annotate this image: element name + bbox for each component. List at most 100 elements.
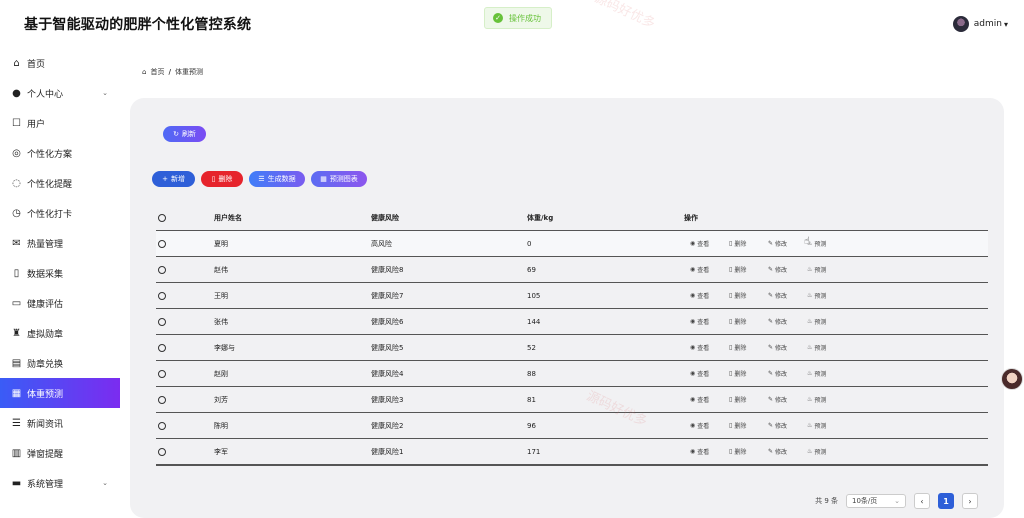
edit-action[interactable]: ✎ 修改 — [768, 265, 807, 274]
view-action[interactable]: ◉ 查看 — [690, 395, 729, 404]
row-select-radio[interactable] — [156, 395, 214, 404]
predict-action[interactable]: ♨ 预测 — [807, 421, 846, 430]
page-1-button[interactable]: 1 — [938, 493, 954, 509]
row-select-radio[interactable] — [156, 369, 214, 378]
user-icon: ☐ — [12, 117, 21, 129]
eye-icon: ◉ — [690, 344, 696, 351]
edit-icon: ✎ — [768, 344, 774, 351]
edit-label: 修改 — [775, 241, 788, 248]
view-action[interactable]: ◉ 查看 — [690, 447, 729, 456]
delete-action[interactable]: ▯ 删除 — [729, 421, 768, 430]
row-select-radio[interactable] — [156, 239, 214, 248]
edit-action[interactable]: ✎ 修改 — [768, 239, 807, 248]
row-select-radio[interactable] — [156, 265, 214, 274]
delete-action[interactable]: ▯ 删除 — [729, 369, 768, 378]
sidebar-item-10[interactable]: ▤ 勋章兑换 — [0, 348, 120, 378]
breadcrumb-current: 体重预测 — [175, 68, 204, 76]
delete-action[interactable]: ▯ 删除 — [729, 447, 768, 456]
edit-icon: ✎ — [768, 422, 774, 429]
sidebar-item-7[interactable]: ▯ 数据采集 — [0, 258, 120, 288]
forecast-chart-button[interactable]: ▦ 预测图表 — [311, 171, 367, 187]
pagination: 共 9 条 10条/页 ⌄ ‹ 1 › — [815, 493, 978, 509]
user-name: admin — [973, 19, 1002, 29]
sidebar-item-4[interactable]: ◌ 个性化提醒 — [0, 168, 120, 198]
caret-down-icon: ▾ — [1003, 19, 1008, 29]
sidebar-item-8[interactable]: ▭ 健康评估 — [0, 288, 120, 318]
delete-label: 删除 — [734, 371, 747, 378]
sidebar-item-12[interactable]: ☰ 新闻资讯 — [0, 408, 120, 438]
view-action[interactable]: ◉ 查看 — [690, 265, 729, 274]
edit-action[interactable]: ✎ 修改 — [768, 395, 807, 404]
sidebar-item-1[interactable]: ● 个人中心 ⌄ — [0, 78, 120, 108]
prev-page-button[interactable]: ‹ — [914, 493, 930, 509]
edit-action[interactable]: ✎ 修改 — [768, 291, 807, 300]
sidebar-item-14[interactable]: ▬ 系统管理 ⌄ — [0, 468, 120, 498]
page-size-select[interactable]: 10条/页 ⌄ — [846, 494, 906, 508]
predict-action[interactable]: ♨ 预测 — [807, 317, 846, 326]
delete-action[interactable]: ▯ 删除 — [729, 239, 768, 248]
eye-icon: ◉ — [690, 422, 696, 429]
sidebar-item-13[interactable]: ▥ 弹窗提醒 — [0, 438, 120, 468]
delete-action[interactable]: ▯ 删除 — [729, 291, 768, 300]
predict-action[interactable]: ♨ 预测 — [807, 369, 846, 378]
view-label: 查看 — [697, 345, 710, 352]
edit-icon: ✎ — [768, 292, 774, 299]
plan-icon: ◎ — [12, 147, 21, 159]
row-select-radio[interactable] — [156, 421, 214, 430]
edit-action[interactable]: ✎ 修改 — [768, 317, 807, 326]
delete-action[interactable]: ▯ 删除 — [729, 395, 768, 404]
sidebar-item-0[interactable]: ⌂ 首页 — [0, 48, 120, 78]
sidebar-item-label: 用户 — [27, 119, 46, 130]
sidebar-item-2[interactable]: ☐ 用户 — [0, 108, 120, 138]
eye-icon: ◉ — [690, 448, 696, 455]
view-action[interactable]: ◉ 查看 — [690, 317, 729, 326]
breadcrumb-home[interactable]: 首页 — [150, 67, 164, 77]
predict-icon: ♨ — [807, 422, 813, 429]
table-row: 赵刚 健康风险4 88 ◉ 查看 ▯ 删除 ✎ 修改 ♨ 预测 — [156, 361, 988, 387]
row-select-radio[interactable] — [156, 343, 214, 352]
refresh-button[interactable]: ↻ 刷新 — [163, 126, 206, 142]
chevron-down-icon: ⌄ — [102, 479, 108, 487]
delete-action[interactable]: ▯ 删除 — [729, 317, 768, 326]
predict-action[interactable]: ♨ 预测 — [807, 265, 846, 274]
sidebar-item-3[interactable]: ◎ 个性化方案 — [0, 138, 120, 168]
sidebar-item-6[interactable]: ✉ 热量管理 — [0, 228, 120, 258]
predict-label: 预测 — [814, 345, 827, 352]
view-action[interactable]: ◉ 查看 — [690, 343, 729, 352]
view-action[interactable]: ◉ 查看 — [690, 369, 729, 378]
edit-action[interactable]: ✎ 修改 — [768, 421, 807, 430]
delete-button[interactable]: ▯ 删除 — [201, 171, 243, 187]
predict-action[interactable]: ♨ 预测 — [807, 239, 846, 248]
floating-assistant-avatar[interactable] — [1001, 368, 1023, 390]
predict-action[interactable]: ♨ 预测 — [807, 395, 846, 404]
sidebar-item-11[interactable]: ▦ 体重预测 — [0, 378, 120, 408]
predict-action[interactable]: ♨ 预测 — [807, 291, 846, 300]
next-page-button[interactable]: › — [962, 493, 978, 509]
row-select-radio[interactable] — [156, 317, 214, 326]
cell-weight: 105 — [527, 291, 541, 300]
row-select-radio[interactable] — [156, 291, 214, 300]
view-label: 查看 — [697, 397, 710, 404]
delete-action[interactable]: ▯ 删除 — [729, 343, 768, 352]
user-menu[interactable]: admin ▾ — [952, 16, 1008, 32]
predict-action[interactable]: ♨ 预测 — [807, 343, 846, 352]
table-row: 张伟 健康风险6 144 ◉ 查看 ▯ 删除 ✎ 修改 ♨ 预测 — [156, 309, 988, 335]
view-action[interactable]: ◉ 查看 — [690, 421, 729, 430]
trash-icon: ▯ — [729, 396, 733, 403]
chart-icon: ▦ — [320, 175, 327, 183]
sidebar-item-5[interactable]: ◷ 个性化打卡 — [0, 198, 120, 228]
edit-action[interactable]: ✎ 修改 — [768, 343, 807, 352]
edit-action[interactable]: ✎ 修改 — [768, 369, 807, 378]
row-select-radio[interactable] — [156, 447, 214, 456]
predict-icon: ♨ — [807, 370, 813, 377]
view-action[interactable]: ◉ 查看 — [690, 291, 729, 300]
edit-action[interactable]: ✎ 修改 — [768, 447, 807, 456]
delete-action[interactable]: ▯ 删除 — [729, 265, 768, 274]
add-button[interactable]: + 新增 — [152, 171, 195, 187]
table-row: 李娜与 健康风险5 52 ◉ 查看 ▯ 删除 ✎ 修改 ♨ 预测 — [156, 335, 988, 361]
view-action[interactable]: ◉ 查看 — [690, 239, 729, 248]
select-all-radio[interactable] — [156, 213, 214, 222]
generate-data-button[interactable]: ☰ 生成数据 — [249, 171, 305, 187]
sidebar-item-9[interactable]: ♜ 虚拟勋章 — [0, 318, 120, 348]
predict-action[interactable]: ♨ 预测 — [807, 447, 846, 456]
